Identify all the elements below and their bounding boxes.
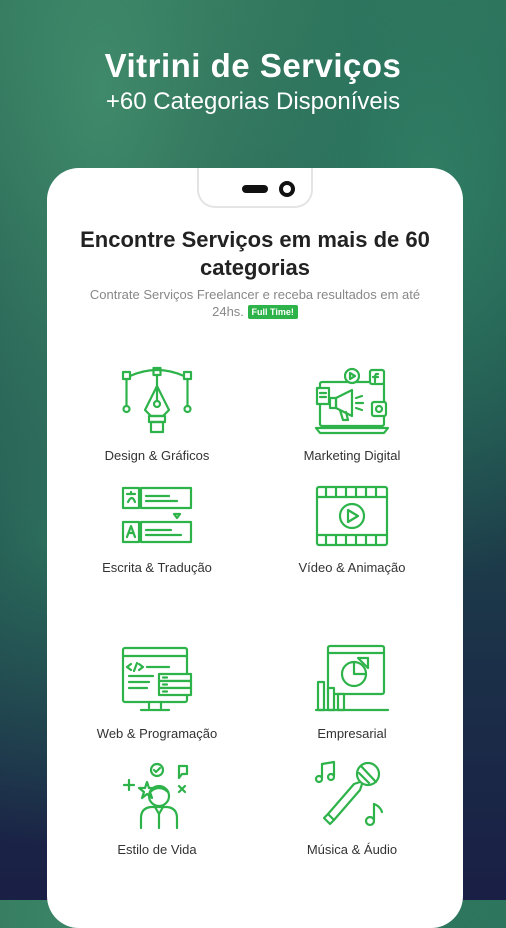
category-marketing[interactable]: Marketing Digital <box>262 366 442 464</box>
category-business[interactable]: Empresarial <box>262 644 442 742</box>
lifestyle-person-icon <box>122 762 189 830</box>
video-film-icon <box>315 485 389 547</box>
business-chart-icon <box>314 644 390 712</box>
camera-icon <box>279 181 295 197</box>
translation-icon <box>121 486 193 544</box>
phone-notch <box>197 168 313 208</box>
category-label: Design & Gráficos <box>104 448 210 463</box>
category-web[interactable]: Web & Programação <box>67 644 247 742</box>
category-lifestyle[interactable]: Estilo de Vida <box>67 760 247 858</box>
category-music[interactable]: Música & Áudio <box>262 760 442 858</box>
microphone-music-icon <box>314 760 384 827</box>
category-label: Estilo de Vida <box>117 842 197 857</box>
pen-tool-icon <box>121 366 193 434</box>
hero-subtitle: +60 Categorias Disponíveis <box>105 88 401 115</box>
category-label: Web & Programação <box>96 726 218 741</box>
megaphone-icon <box>314 367 390 435</box>
category-label: Música & Áudio <box>306 842 398 857</box>
category-label: Empresarial <box>317 726 387 741</box>
category-label: Escrita & Tradução <box>102 560 212 575</box>
category-design[interactable]: Design & Gráficos <box>67 366 247 464</box>
category-label: Marketing Digital <box>303 448 401 463</box>
hero-header: Vitrini de Serviços +60 Categorias Dispo… <box>0 46 506 118</box>
page-title: Encontre Serviços em mais de 60 categori… <box>80 227 430 280</box>
category-video[interactable]: Vídeo & Animação <box>262 484 442 576</box>
category-writing[interactable]: Escrita & Tradução <box>67 484 247 576</box>
full-time-badge: Full Time! <box>247 305 298 319</box>
page-description: Contrate Serviços Freelancer e receba re… <box>77 286 433 320</box>
speaker-icon <box>242 185 268 193</box>
hero-title: Vitrini de Serviços <box>104 47 402 84</box>
phone-frame: Encontre Serviços em mais de 60 categori… <box>47 168 463 928</box>
category-label: Vídeo & Animação <box>298 560 406 575</box>
code-monitor-icon <box>121 646 193 712</box>
